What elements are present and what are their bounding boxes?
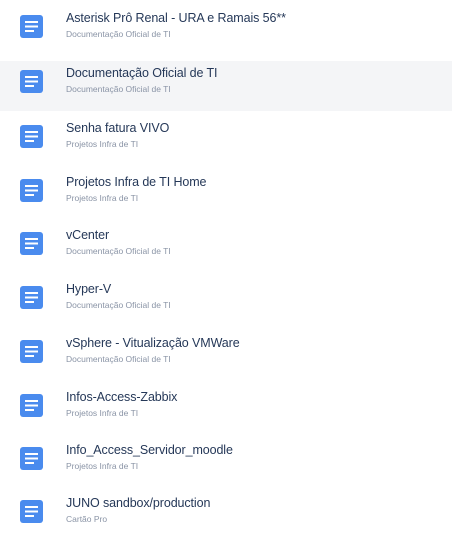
list-item[interactable]: Senha fatura VIVO Projetos Infra de TI [0, 116, 452, 166]
page-title: Documentação Oficial de TI [66, 66, 218, 80]
document-page-icon [20, 394, 43, 417]
document-page-icon [20, 70, 43, 93]
list-item[interactable]: Info_Access_Servidor_moodle Projetos Inf… [0, 438, 452, 488]
page-title: vSphere - Vitualização VMWare [66, 336, 240, 350]
page-title: Infos-Access-Zabbix [66, 390, 178, 404]
list-item[interactable]: Projetos Infra de TI Home Projetos Infra… [0, 170, 452, 220]
document-page-icon [20, 340, 43, 363]
list-item[interactable]: Asterisk Prô Renal - URA e Ramais 56** D… [0, 6, 452, 56]
space-name: Documentação Oficial de TI [66, 354, 171, 364]
list-item[interactable]: vCenter Documentação Oficial de TI [0, 223, 452, 273]
document-page-icon [20, 500, 43, 523]
space-name: Projetos Infra de TI [66, 408, 139, 418]
list-item[interactable]: Documentação Oficial de TI Documentação … [0, 61, 452, 111]
space-name: Projetos Infra de TI [66, 461, 139, 471]
list-item[interactable]: JUNO sandbox/production Cartão Pro [0, 491, 452, 541]
document-page-icon [20, 447, 43, 470]
space-name: Projetos Infra de TI [66, 139, 139, 149]
recent-pages-list: Asterisk Prô Renal - URA e Ramais 56** D… [0, 0, 452, 538]
document-page-icon [20, 15, 43, 38]
page-title: vCenter [66, 228, 110, 242]
space-name: Documentação Oficial de TI [66, 246, 171, 256]
space-name: Projetos Infra de TI [66, 193, 139, 203]
document-page-icon [20, 179, 43, 202]
list-item[interactable]: Infos-Access-Zabbix Projetos Infra de TI [0, 385, 452, 435]
page-title: Senha fatura VIVO [66, 121, 170, 135]
page-title: Projetos Infra de TI Home [66, 175, 207, 189]
space-name: Documentação Oficial de TI [66, 84, 171, 94]
page-title: Hyper-V [66, 282, 112, 296]
list-item[interactable]: vSphere - Vitualização VMWare Documentaç… [0, 331, 452, 381]
page-title: JUNO sandbox/production [66, 496, 211, 510]
page-title: Asterisk Prô Renal - URA e Ramais 56** [66, 11, 286, 25]
page-title: Info_Access_Servidor_moodle [66, 443, 233, 457]
list-item[interactable]: Hyper-V Documentação Oficial de TI [0, 277, 452, 327]
document-page-icon [20, 125, 43, 148]
space-name: Cartão Pro [66, 514, 108, 524]
space-name: Documentação Oficial de TI [66, 300, 171, 310]
space-name: Documentação Oficial de TI [66, 29, 171, 39]
document-page-icon [20, 286, 43, 309]
document-page-icon [20, 232, 43, 255]
